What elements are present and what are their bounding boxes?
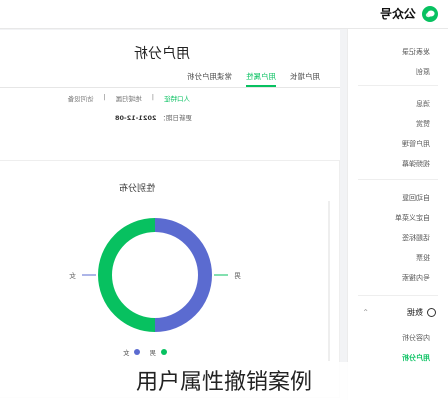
wechat-logo-icon <box>422 5 438 22</box>
sidebar-item-auto-reply[interactable]: 自动回复 <box>402 193 430 203</box>
update-date-label: 更新日期： <box>159 114 193 122</box>
legend-swatch-female <box>134 349 141 355</box>
sidebar-divider <box>358 85 438 86</box>
sidebar-item-user-management[interactable]: 用户管理 <box>402 139 430 149</box>
brand[interactable]: 公众号 <box>380 5 438 22</box>
chevron-up-icon: ⌃ <box>362 308 369 317</box>
filter-region[interactable]: 地域归属 <box>116 93 142 103</box>
tab-user-growth[interactable]: 用户增长 <box>290 71 320 87</box>
sidebar-item-topic-tags[interactable]: 话题标签 <box>402 233 430 243</box>
legend-label-female: 女 <box>123 349 130 357</box>
sidebar: 发表记录 原创 消息 赞赏 用户管理 视频弹幕 自动回复 自定义菜单 话题标签 … <box>347 29 448 400</box>
filter-device[interactable]: 访问设备 <box>68 93 94 103</box>
filter-demographics[interactable]: 人口特征 <box>164 93 190 103</box>
filter-separator: | <box>103 93 106 101</box>
sidebar-section-label: 数据 <box>407 308 423 317</box>
update-date: 更新日期：2021-12-08 <box>115 112 192 122</box>
sidebar-item-original[interactable]: 原创 <box>416 67 430 77</box>
sidebar-item-custom-menu[interactable]: 自定义菜单 <box>395 213 430 223</box>
slice-label-male: 男 <box>234 272 241 280</box>
donut-slice-male[interactable] <box>98 218 156 332</box>
legend-swatch-male <box>161 349 167 355</box>
main-content: 用户分析 用户增长 用户属性 常读用户分析 人口特征 | 地域归属 | 访问设备… <box>0 30 340 400</box>
filter-bar: 人口特征 | 地域归属 | 访问设备 <box>68 93 190 103</box>
legend-label-male: 男 <box>149 349 157 357</box>
slice-label-female: 女 <box>69 271 76 280</box>
tabs-divider <box>0 87 340 88</box>
sidebar-item-in-account-search[interactable]: 号内搜索 <box>402 273 430 283</box>
sidebar-divider <box>358 295 438 296</box>
sidebar-item-messages[interactable]: 消息 <box>416 99 430 109</box>
tab-bar: 用户增长 用户属性 常读用户分析 <box>187 71 320 87</box>
donut-slice-female[interactable] <box>154 218 212 332</box>
sidebar-divider <box>358 179 438 180</box>
tab-frequent-readers[interactable]: 常读用户分析 <box>187 71 232 87</box>
data-chart-icon <box>427 308 436 317</box>
sidebar-item-appreciation[interactable]: 赞赏 <box>416 119 430 129</box>
filter-separator: | <box>151 93 154 101</box>
update-date-value: 2021-12-08 <box>114 114 157 122</box>
sidebar-item-content-analysis[interactable]: 内容分析 <box>402 333 430 343</box>
chart-legend: 男 女 <box>123 347 167 357</box>
sidebar-section-data[interactable]: 数据 ⌃ <box>362 307 436 318</box>
sidebar-item-voting[interactable]: 投票 <box>416 253 430 263</box>
top-bar: 公众号 <box>0 0 448 29</box>
caption-text: 用户属性撤销案例 <box>135 370 312 395</box>
sidebar-item-video-danmaku[interactable]: 视频弹幕 <box>402 159 430 169</box>
tab-user-attributes[interactable]: 用户属性 <box>246 71 276 87</box>
brand-name: 公众号 <box>379 7 416 21</box>
page-title: 用户分析 <box>134 46 190 62</box>
mirrored-screenshot: 公众号 发表记录 原创 消息 赞赏 用户管理 视频弹幕 自动回复 自定义菜单 话… <box>0 0 448 400</box>
sidebar-item-publish-records[interactable]: 发表记录 <box>402 47 430 57</box>
